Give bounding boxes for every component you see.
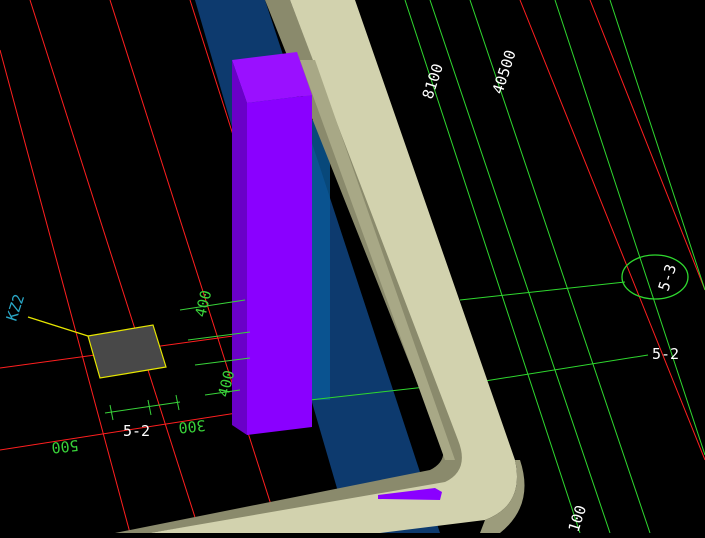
dim-text-500: 500 — [51, 436, 80, 457]
leader-line — [27, 316, 89, 337]
grid-line-green — [459, 354, 649, 386]
axis-label-5-2-right: 5-2 — [652, 345, 679, 363]
dim-text-40500: 40500 — [489, 48, 520, 97]
dim-tick — [147, 399, 152, 416]
column-kz2[interactable] — [232, 52, 312, 435]
axis-label-5-3: 5-3 — [655, 262, 680, 293]
grid-line-red — [0, 49, 131, 534]
dim-text-400-top: 400 — [191, 288, 215, 319]
column-plan-outline[interactable] — [87, 324, 167, 379]
beam-face — [310, 120, 330, 400]
grid-line-green — [609, 0, 705, 291]
cad-viewport[interactable]: 5-3 5-2 5-2 8100 40500 400 400 500 300 K… — [0, 0, 705, 534]
dim-text-8100: 8100 — [419, 61, 447, 101]
grid-line-green — [459, 281, 626, 301]
column-tag-kz2[interactable]: KZ2 — [3, 292, 28, 323]
axis-label-5-2-left: 5-2 — [123, 422, 150, 440]
dim-text-300: 300 — [178, 416, 207, 437]
column-front-face — [247, 95, 312, 435]
grid-line-green — [554, 0, 705, 456]
dim-line — [104, 401, 181, 414]
grid-line-red — [589, 0, 705, 291]
dim-text-100: 100 — [565, 503, 590, 533]
model-canvas[interactable]: 5-3 5-2 5-2 8100 40500 400 400 500 300 K… — [0, 0, 705, 534]
